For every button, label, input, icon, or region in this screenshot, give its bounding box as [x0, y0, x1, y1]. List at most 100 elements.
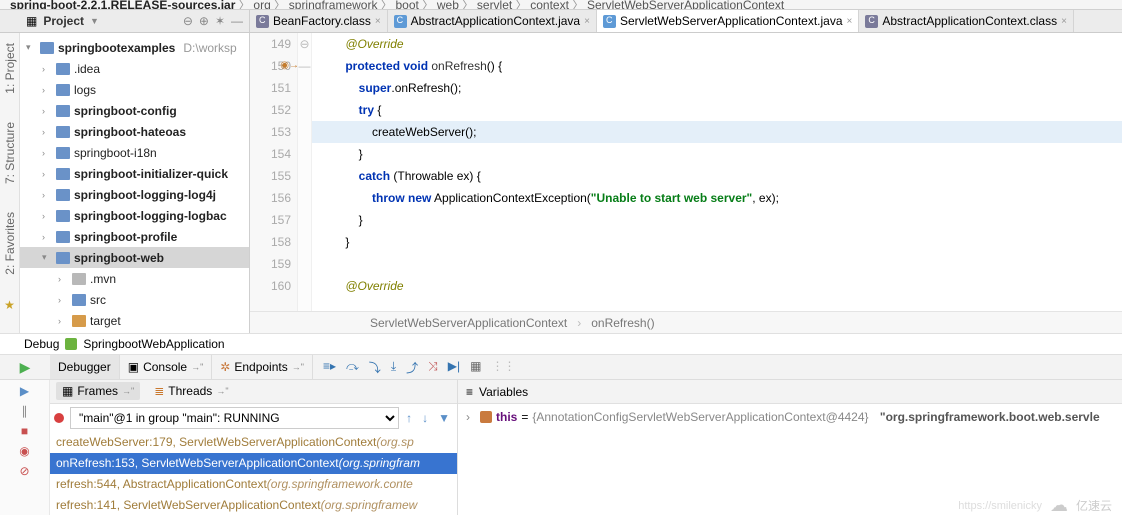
- tree-item[interactable]: ›springboot-config: [20, 100, 249, 121]
- tab-frames[interactable]: ▦Frames→": [56, 382, 140, 400]
- tree-item[interactable]: ›src: [20, 289, 249, 310]
- tree-item[interactable]: ›logs: [20, 79, 249, 100]
- step-out-icon[interactable]: ⤴: [406, 359, 418, 376]
- variable-row[interactable]: › this = {AnnotationConfigServletWebServ…: [466, 410, 1114, 424]
- breadcrumb-part[interactable]: springframework: [289, 0, 378, 10]
- chevron-icon[interactable]: ›: [58, 316, 68, 326]
- step-into-icon[interactable]: ⤵: [369, 359, 381, 376]
- thread-select[interactable]: "main"@1 in group "main": RUNNING: [70, 407, 399, 429]
- breadcrumb-part[interactable]: ServletWebServerApplicationContext: [587, 0, 784, 10]
- settings-icon[interactable]: ✶: [215, 14, 225, 28]
- editor-breadcrumb[interactable]: ServletWebServerApplicationContext › onR…: [250, 311, 1122, 333]
- tree-item[interactable]: ›springboot-hateoas: [20, 121, 249, 142]
- chevron-icon[interactable]: ›: [42, 85, 52, 95]
- code-line[interactable]: catch (Throwable ex) {: [312, 165, 1122, 187]
- code-line[interactable]: try {: [312, 99, 1122, 121]
- tree-item[interactable]: ›springboot-logging-logbac: [20, 205, 249, 226]
- tree-item[interactable]: ›springboot-profile: [20, 226, 249, 247]
- close-icon[interactable]: ×: [1061, 16, 1067, 27]
- code-line[interactable]: }: [312, 143, 1122, 165]
- stack-frame[interactable]: refresh:544, AbstractApplicationContext …: [50, 474, 457, 495]
- breadcrumb-part[interactable]: web: [437, 0, 459, 10]
- filter-button[interactable]: ▼: [435, 411, 453, 425]
- code-lines[interactable]: @Override protected void onRefresh() { s…: [312, 33, 1122, 311]
- code-line[interactable]: @Override: [312, 275, 1122, 297]
- chevron-icon[interactable]: ›: [42, 106, 52, 116]
- editor-tab[interactable]: ServletWebServerApplicationContext.java×: [597, 10, 859, 32]
- chevron-icon[interactable]: ›: [42, 64, 52, 74]
- step-over-icon[interactable]: ⤼: [346, 359, 359, 376]
- chevron-down-icon[interactable]: ▾: [26, 42, 36, 53]
- close-icon[interactable]: ×: [847, 16, 853, 27]
- tree-item[interactable]: ›.idea: [20, 58, 249, 79]
- dropdown-icon[interactable]: ▼: [90, 16, 99, 26]
- breadcrumb-method[interactable]: onRefresh(): [591, 316, 654, 330]
- run-to-cursor-icon[interactable]: ▶|: [448, 359, 460, 376]
- stack-frame[interactable]: refresh:141, ServletWebServerApplication…: [50, 495, 457, 515]
- tree-item[interactable]: ›springboot-i18n: [20, 142, 249, 163]
- drop-frame-icon[interactable]: ⤨: [428, 359, 438, 376]
- tab-console[interactable]: ▣Console→": [120, 355, 213, 379]
- code-area[interactable]: 149150 ◉→151152153154155156157158159160 …: [250, 33, 1122, 311]
- force-step-into-icon[interactable]: ⤓: [391, 359, 396, 376]
- mute-button[interactable]: ⊘: [19, 464, 29, 478]
- evaluate-icon[interactable]: ▦: [470, 359, 481, 376]
- tab-endpoints[interactable]: ✲Endpoints→": [212, 355, 313, 379]
- code-line[interactable]: }: [312, 209, 1122, 231]
- code-line[interactable]: }: [312, 231, 1122, 253]
- tab-threads[interactable]: ≣Threads→": [148, 382, 234, 400]
- hide-icon[interactable]: —: [231, 14, 243, 28]
- trace-icon[interactable]: ⋮⋮: [491, 359, 515, 376]
- editor-tab[interactable]: AbstractApplicationContext.java×: [388, 10, 597, 32]
- locate-icon[interactable]: ⊕: [199, 14, 209, 28]
- rerun-button[interactable]: ▶: [20, 384, 29, 398]
- line-gutter[interactable]: 149150 ◉→151152153154155156157158159160: [250, 33, 298, 311]
- tree-item[interactable]: ›springboot-initializer-quick: [20, 163, 249, 184]
- chevron-icon[interactable]: ▾: [42, 252, 52, 263]
- chevron-icon[interactable]: ›: [42, 148, 52, 158]
- breadcrumb-part[interactable]: context: [530, 0, 569, 10]
- chevron-icon[interactable]: ›: [42, 211, 52, 221]
- code-line[interactable]: [312, 253, 1122, 275]
- tree-root[interactable]: ▾ springbootexamples D:\worksp: [20, 37, 249, 58]
- code-line[interactable]: protected void onRefresh() {: [312, 55, 1122, 77]
- breadcrumb-part[interactable]: servlet: [477, 0, 512, 10]
- breadcrumb-class[interactable]: ServletWebServerApplicationContext: [370, 316, 567, 330]
- chevron-icon[interactable]: ›: [58, 295, 68, 305]
- editor-tab[interactable]: BeanFactory.class×: [250, 10, 388, 32]
- breakpoints-button[interactable]: ◉: [19, 444, 29, 458]
- stack-frames[interactable]: createWebServer:179, ServletWebServerApp…: [50, 432, 457, 515]
- tree-item[interactable]: ›target: [20, 310, 249, 331]
- breadcrumb-part[interactable]: org: [253, 0, 270, 10]
- expand-icon[interactable]: ›: [466, 410, 476, 424]
- tree-item[interactable]: ▾springboot-web: [20, 247, 249, 268]
- code-line[interactable]: super.onRefresh();: [312, 77, 1122, 99]
- next-frame-button[interactable]: ↓: [419, 411, 431, 425]
- chevron-icon[interactable]: ›: [42, 169, 52, 179]
- code-line[interactable]: throw new ApplicationContextException("U…: [312, 187, 1122, 209]
- tool-structure[interactable]: 7: Structure: [3, 118, 17, 188]
- resume-button[interactable]: ▶: [20, 359, 31, 376]
- tree-item[interactable]: ›springboot-logging-log4j: [20, 184, 249, 205]
- chevron-icon[interactable]: ›: [42, 190, 52, 200]
- code-line[interactable]: createWebServer();: [312, 121, 1122, 143]
- pause-button[interactable]: ∥: [22, 404, 28, 418]
- project-tree[interactable]: ▾ springbootexamples D:\worksp ›.idea›lo…: [20, 33, 250, 333]
- tool-project[interactable]: 1: Project: [3, 39, 17, 98]
- prev-frame-button[interactable]: ↑: [403, 411, 415, 425]
- code-line[interactable]: @Override: [312, 33, 1122, 55]
- show-execution-icon[interactable]: ≡▸: [323, 359, 336, 376]
- stack-frame[interactable]: onRefresh:153, ServletWebServerApplicati…: [50, 453, 457, 474]
- tool-favorites[interactable]: 2: Favorites: [3, 208, 17, 279]
- fold-gutter[interactable]: ⊖—: [298, 33, 312, 311]
- run-config-name[interactable]: SpringbootWebApplication: [83, 337, 224, 351]
- stack-frame[interactable]: createWebServer:179, ServletWebServerApp…: [50, 432, 457, 453]
- chevron-icon[interactable]: ›: [58, 274, 68, 284]
- breadcrumb-part[interactable]: boot: [395, 0, 418, 10]
- tree-item[interactable]: ›.mvn: [20, 268, 249, 289]
- close-icon[interactable]: ×: [584, 16, 590, 27]
- collapse-icon[interactable]: ⊖: [183, 14, 193, 28]
- chevron-icon[interactable]: ›: [42, 127, 52, 137]
- chevron-icon[interactable]: ›: [42, 232, 52, 242]
- tab-debugger[interactable]: Debugger: [50, 355, 120, 379]
